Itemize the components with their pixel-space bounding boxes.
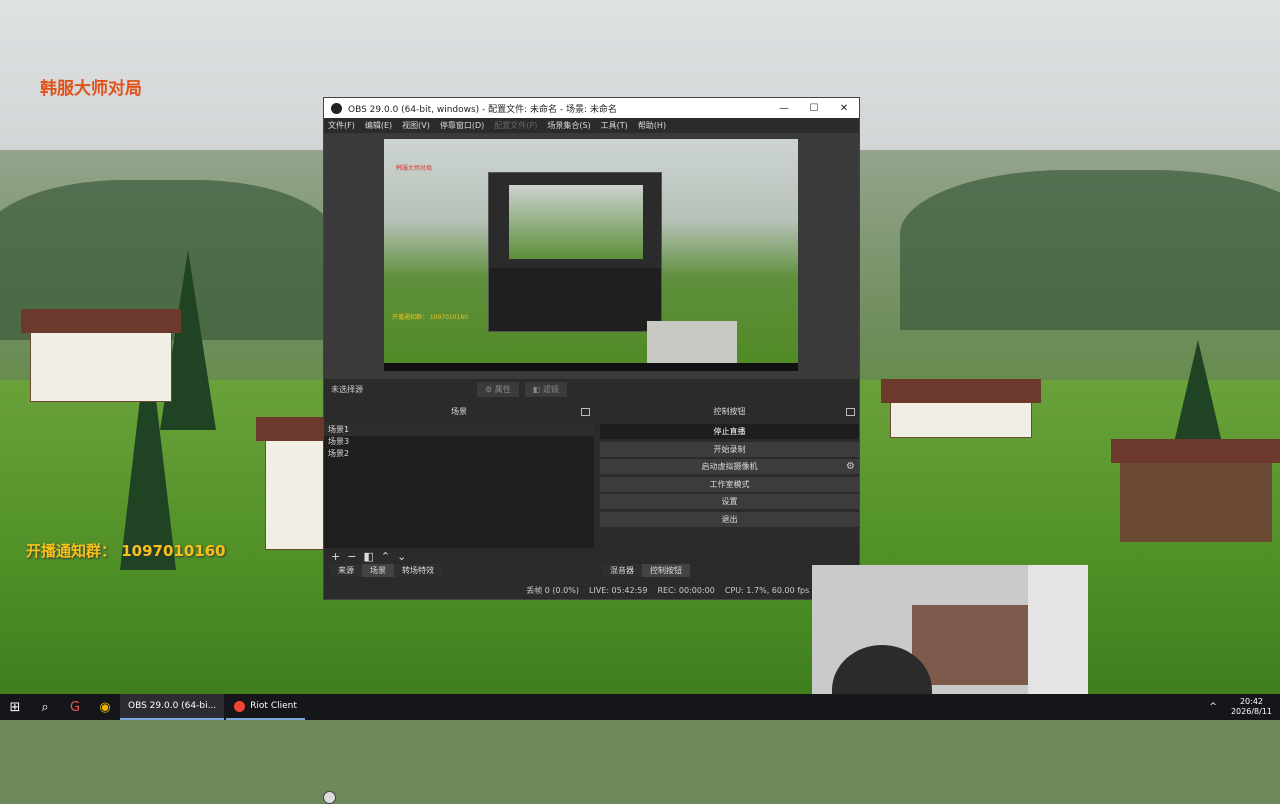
controls-dock: 停止直播 开始录制 启动虚拟摄像机 ⚙ 工作室模式 设置 退出: [600, 424, 859, 549]
studio-mode-button[interactable]: 工作室模式: [600, 476, 859, 492]
left-dock-tabs: 来源 场景 转场特效: [330, 564, 442, 577]
scene-item[interactable]: 场景2: [324, 448, 594, 460]
stream-preview[interactable]: 韩服大师对局 开播通知群： 1097010160: [384, 139, 798, 371]
stop-streaming-button[interactable]: 停止直播: [600, 424, 859, 439]
status-bar: 丢帧 0 (0.0%) LIVE: 05:42:59 REC: 00:00:00…: [324, 582, 859, 599]
preview-qq: 开播通知群： 1097010160: [392, 314, 469, 321]
exit-button[interactable]: 退出: [600, 511, 859, 527]
obs-logo-icon: [331, 102, 342, 114]
obs-titlebar[interactable]: OBS 29.0.0 (64-bit, windows) - 配置文件: 未命名…: [324, 98, 859, 118]
nested-obs-capture: [488, 172, 662, 332]
tab-controls[interactable]: 控制按钮: [642, 564, 690, 577]
tab-scenes[interactable]: 场景: [362, 564, 394, 577]
g-app-icon[interactable]: G: [60, 694, 90, 720]
move-up-icon[interactable]: ⌃: [381, 550, 390, 563]
menu-scene-collection[interactable]: 场景集合(S): [547, 120, 590, 131]
taskbar-riot-label: Riot Client: [250, 701, 297, 711]
chevron-up-icon[interactable]: ^: [1209, 702, 1217, 712]
no-source-label: 未选择源: [331, 384, 363, 394]
windows-start-icon[interactable]: ⊞: [0, 694, 30, 720]
properties-button[interactable]: ⚙ 属性: [477, 381, 519, 397]
preview-title: 韩服大师对局: [396, 165, 433, 172]
menubar: 文件(F) 编辑(E) 视图(V) 停靠窗口(D) 配置文件(P) 场景集合(S…: [324, 118, 859, 132]
properties-label: 属性: [494, 384, 511, 394]
move-down-icon[interactable]: ⌄: [397, 550, 406, 563]
shelf: [912, 605, 1032, 685]
right-dock-tabs: 混音器 控制按钮: [602, 564, 690, 577]
taskbar-obs-label: OBS 29.0.0 (64-bi...: [128, 701, 217, 711]
obs-icon: [323, 791, 336, 804]
tab-mixer[interactable]: 混音器: [602, 564, 642, 577]
preview-taskbar: [384, 363, 798, 371]
rec-timer: REC: 00:00:00: [657, 586, 715, 595]
system-tray: ^ 20:42 2026/8/11: [1209, 694, 1272, 720]
search-icon[interactable]: ⌕: [30, 694, 60, 720]
remove-icon[interactable]: −: [347, 550, 356, 563]
menu-docks[interactable]: 停靠窗口(D): [440, 120, 484, 131]
obs-window[interactable]: OBS 29.0.0 (64-bit, windows) - 配置文件: 未命名…: [323, 97, 860, 600]
maximize-icon[interactable]: ☐: [799, 103, 829, 114]
chalet: [1111, 439, 1280, 542]
scene-item[interactable]: 场景1: [324, 424, 594, 436]
nested-preview: [509, 185, 643, 259]
clock-time: 20:42: [1239, 697, 1264, 706]
scene-tools: + − ◧ ⌃ ⌄: [324, 548, 594, 564]
controls-title: 控制按钮: [713, 407, 746, 416]
taskbar: ⊞ ⌕ G ◉ OBS 29.0.0 (64-bi... Riot Client…: [0, 694, 1280, 804]
clock-date: 2026/8/11: [1230, 707, 1272, 716]
tab-transitions[interactable]: 转场特效: [394, 564, 442, 577]
overlay-title: 韩服大师对局: [40, 79, 142, 99]
window-title: OBS 29.0.0 (64-bit, windows) - 配置文件: 未命名…: [348, 104, 617, 115]
menu-tools[interactable]: 工具(T): [601, 120, 628, 131]
settings-button[interactable]: 设置: [600, 494, 859, 509]
clock[interactable]: 20:42 2026/8/11: [1231, 697, 1272, 717]
start-virtual-camera-button[interactable]: 启动虚拟摄像机 ⚙: [600, 459, 859, 474]
taskbar-riot[interactable]: Riot Client: [226, 694, 305, 720]
riot-icon: [234, 700, 246, 712]
overlay-qq-group: 开播通知群： 1097010160: [26, 542, 226, 560]
cpu-usage: CPU: 1.7%, 60.00 fps: [724, 586, 810, 595]
chalet: [881, 379, 1041, 438]
close-icon[interactable]: ✕: [829, 103, 859, 114]
menu-file[interactable]: 文件(F): [328, 120, 355, 131]
taskbar-obs[interactable]: OBS 29.0.0 (64-bi...: [120, 694, 336, 804]
chalet: [256, 417, 336, 550]
dropped-frames: 丢帧 0 (0.0%): [526, 586, 579, 595]
undock-icon[interactable]: [581, 408, 590, 416]
filters-label: 滤镜: [542, 384, 559, 394]
scenes-dock-header: 场景: [324, 404, 594, 419]
filter-icon[interactable]: ◧: [363, 550, 373, 563]
add-icon[interactable]: +: [331, 550, 340, 563]
forest: [900, 170, 1280, 330]
tab-sources[interactable]: 来源: [330, 564, 362, 577]
nested-docks: [489, 268, 661, 331]
minimize-icon[interactable]: —: [769, 103, 799, 114]
gear-icon[interactable]: ⚙: [846, 459, 855, 474]
scene-item[interactable]: 场景3: [324, 436, 594, 448]
menu-edit[interactable]: 编辑(E): [365, 120, 392, 131]
undock-icon[interactable]: [846, 408, 855, 416]
scenes-list: 场景1 场景3 场景2: [324, 424, 594, 548]
menu-help[interactable]: 帮助(H): [638, 120, 666, 131]
virtual-camera-label: 启动虚拟摄像机: [701, 462, 758, 471]
controls-dock-header: 控制按钮: [600, 404, 859, 419]
source-toolbar: 未选择源 ⚙ 属性 ◧ 滤镜: [324, 379, 859, 399]
live-timer: LIVE: 05:42:59: [588, 586, 648, 595]
chrome-icon[interactable]: ◉: [90, 694, 120, 720]
menu-view[interactable]: 视图(V): [402, 120, 430, 131]
menu-profile[interactable]: 配置文件(P): [494, 120, 537, 131]
preview-area: 韩服大师对局 开播通知群： 1097010160: [324, 133, 859, 379]
chalet: [21, 309, 181, 402]
filters-button[interactable]: ◧ 滤镜: [524, 381, 567, 397]
start-recording-button[interactable]: 开始录制: [600, 441, 859, 457]
scenes-title: 场景: [451, 407, 467, 416]
